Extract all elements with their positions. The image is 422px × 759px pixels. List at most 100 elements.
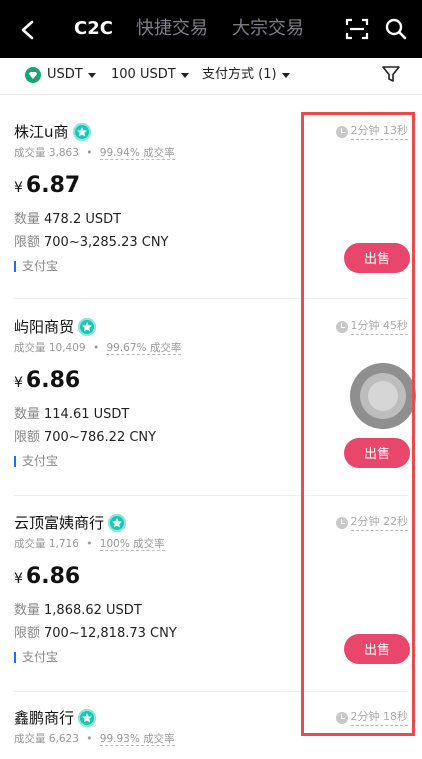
divider — [14, 298, 408, 299]
merchant-name[interactable]: 鑫鹏商行 — [14, 707, 97, 729]
payment-method-text: 支付宝 — [22, 259, 59, 273]
payment-method: 支付宝 — [14, 258, 58, 274]
verified-star-icon — [108, 514, 127, 532]
quantity-label: 数量 — [14, 603, 41, 618]
limit-value: 700~12,818.73 CNY — [44, 626, 177, 641]
limit-row: 限额 700~3,285.23 CNY — [14, 234, 169, 252]
quantity-label: 数量 — [14, 407, 41, 422]
divider — [14, 691, 408, 692]
volume-value: 1,716 — [48, 538, 79, 550]
price-value: 6.86 — [25, 564, 81, 589]
amount-label: 100 USDT — [111, 67, 176, 82]
merchant-name-text: 鑫鹏商行 — [14, 709, 75, 727]
volume-value: 6,623 — [48, 733, 79, 745]
merchant-stats: 成交量 6,623 • 99.93% 成交率 — [14, 733, 175, 746]
tab-c2c[interactable]: C2C — [74, 16, 113, 42]
completion-rate: 100% 成交率 — [99, 538, 165, 551]
usdt-diamond-icon — [25, 67, 41, 83]
asset-label: USDT — [47, 67, 83, 82]
volume-value: 3,863 — [48, 147, 79, 159]
listing-card: 云顶富姨商行 成交量 1,716 • 100% 成交率 2分钟 22秒 ¥6.8… — [0, 512, 422, 692]
avg-release-time: 2分钟 13秒 — [335, 123, 408, 140]
sell-button[interactable]: 出售 — [344, 634, 410, 664]
currency-symbol: ¥ — [14, 180, 23, 196]
limit-row: 限额 700~786.22 CNY — [14, 429, 156, 447]
price-value: 6.86 — [25, 368, 81, 393]
volume-value: 10,409 — [48, 342, 86, 354]
filter-icon[interactable] — [381, 64, 401, 84]
price-value: 6.87 — [25, 173, 81, 198]
currency-symbol: ¥ — [14, 375, 23, 391]
payment-method-text: 支付宝 — [22, 454, 59, 468]
completion-rate: 99.93% 成交率 — [99, 733, 175, 746]
asset-selector[interactable]: USDT — [25, 66, 96, 84]
verified-star-icon — [78, 318, 97, 336]
release-time-text: 2分钟 22秒 — [350, 514, 408, 531]
quantity-row: 数量 114.61 USDT — [14, 406, 129, 424]
limit-label: 限额 — [14, 430, 41, 445]
clock-icon — [335, 516, 348, 529]
chevron-down-icon — [180, 72, 189, 78]
avg-release-time: 1分钟 45秒 — [335, 318, 408, 335]
price: ¥6.87 — [14, 173, 80, 198]
volume-label: 成交量 — [14, 538, 46, 550]
top-nav-bar: C2C 快捷交易 大宗交易 — [0, 0, 422, 58]
quantity-row: 数量 478.2 USDT — [14, 211, 121, 229]
divider — [14, 495, 408, 496]
sell-button[interactable]: 出售 — [344, 243, 410, 273]
chevron-down-icon — [281, 72, 290, 78]
limit-value: 700~786.22 CNY — [44, 430, 157, 445]
avg-release-time: 2分钟 22秒 — [335, 514, 408, 531]
payment-method: 支付宝 — [14, 453, 58, 469]
quantity-value: 114.61 USDT — [44, 407, 130, 422]
volume-label: 成交量 — [14, 733, 46, 745]
limit-value: 700~3,285.23 CNY — [44, 235, 169, 250]
release-time-text: 2分钟 13秒 — [350, 123, 408, 140]
currency-symbol: ¥ — [14, 571, 23, 587]
scan-icon[interactable] — [345, 17, 369, 41]
completion-rate: 99.94% 成交率 — [99, 147, 175, 160]
filter-bar: USDT 100 USDT 支付方式 (1) — [0, 58, 422, 95]
search-icon[interactable] — [384, 17, 408, 41]
completion-rate: 99.67% 成交率 — [106, 342, 182, 355]
quantity-label: 数量 — [14, 212, 41, 227]
chevron-down-icon — [87, 72, 96, 78]
listing-card: 株江u商 成交量 3,863 • 99.94% 成交率 2分钟 13秒 ¥6.8… — [0, 121, 422, 299]
merchant-stats: 成交量 3,863 • 99.94% 成交率 — [14, 147, 175, 160]
tab-block-trade[interactable]: 大宗交易 — [232, 16, 304, 42]
clock-icon — [335, 125, 348, 138]
floating-assistive-button[interactable] — [350, 363, 416, 429]
floating-button-core — [368, 381, 398, 411]
payment-method-text: 支付宝 — [22, 650, 59, 664]
merchant-stats: 成交量 1,716 • 100% 成交率 — [14, 538, 165, 551]
payment-marker — [14, 455, 16, 467]
verified-star-icon — [78, 709, 97, 727]
price: ¥6.86 — [14, 368, 80, 393]
quantity-row: 数量 1,868.62 USDT — [14, 602, 142, 620]
tab-quick-trade[interactable]: 快捷交易 — [136, 16, 208, 42]
quantity-value: 1,868.62 USDT — [44, 603, 142, 618]
sell-button[interactable]: 出售 — [344, 438, 410, 468]
limit-row: 限额 700~12,818.73 CNY — [14, 625, 177, 643]
payment-method: 支付宝 — [14, 649, 58, 665]
verified-star-icon — [72, 123, 91, 141]
c2c-screen: C2C 快捷交易 大宗交易 USDT 100 USDT 支付方式 (1) 株江u… — [0, 0, 422, 759]
merchant-name[interactable]: 株江u商 — [14, 121, 91, 143]
release-time-text: 2分钟 18秒 — [350, 709, 408, 726]
merchant-name-text: 云顶富姨商行 — [14, 514, 105, 532]
merchant-name-text: 屿阳商贸 — [14, 318, 75, 336]
clock-icon — [335, 711, 348, 724]
avg-release-time: 2分钟 18秒 — [335, 709, 408, 726]
payment-method-selector[interactable]: 支付方式 (1) — [202, 66, 290, 84]
merchant-name[interactable]: 屿阳商贸 — [14, 316, 97, 338]
merchant-name-text: 株江u商 — [14, 123, 69, 141]
payment-method-label: 支付方式 (1) — [202, 67, 277, 82]
price: ¥6.86 — [14, 564, 80, 589]
volume-label: 成交量 — [14, 342, 46, 354]
quantity-value: 478.2 USDT — [44, 212, 122, 227]
back-arrow-icon[interactable] — [14, 16, 42, 44]
merchant-name[interactable]: 云顶富姨商行 — [14, 512, 127, 534]
clock-icon — [335, 320, 348, 333]
payment-marker — [14, 260, 16, 272]
amount-selector[interactable]: 100 USDT — [111, 66, 189, 84]
